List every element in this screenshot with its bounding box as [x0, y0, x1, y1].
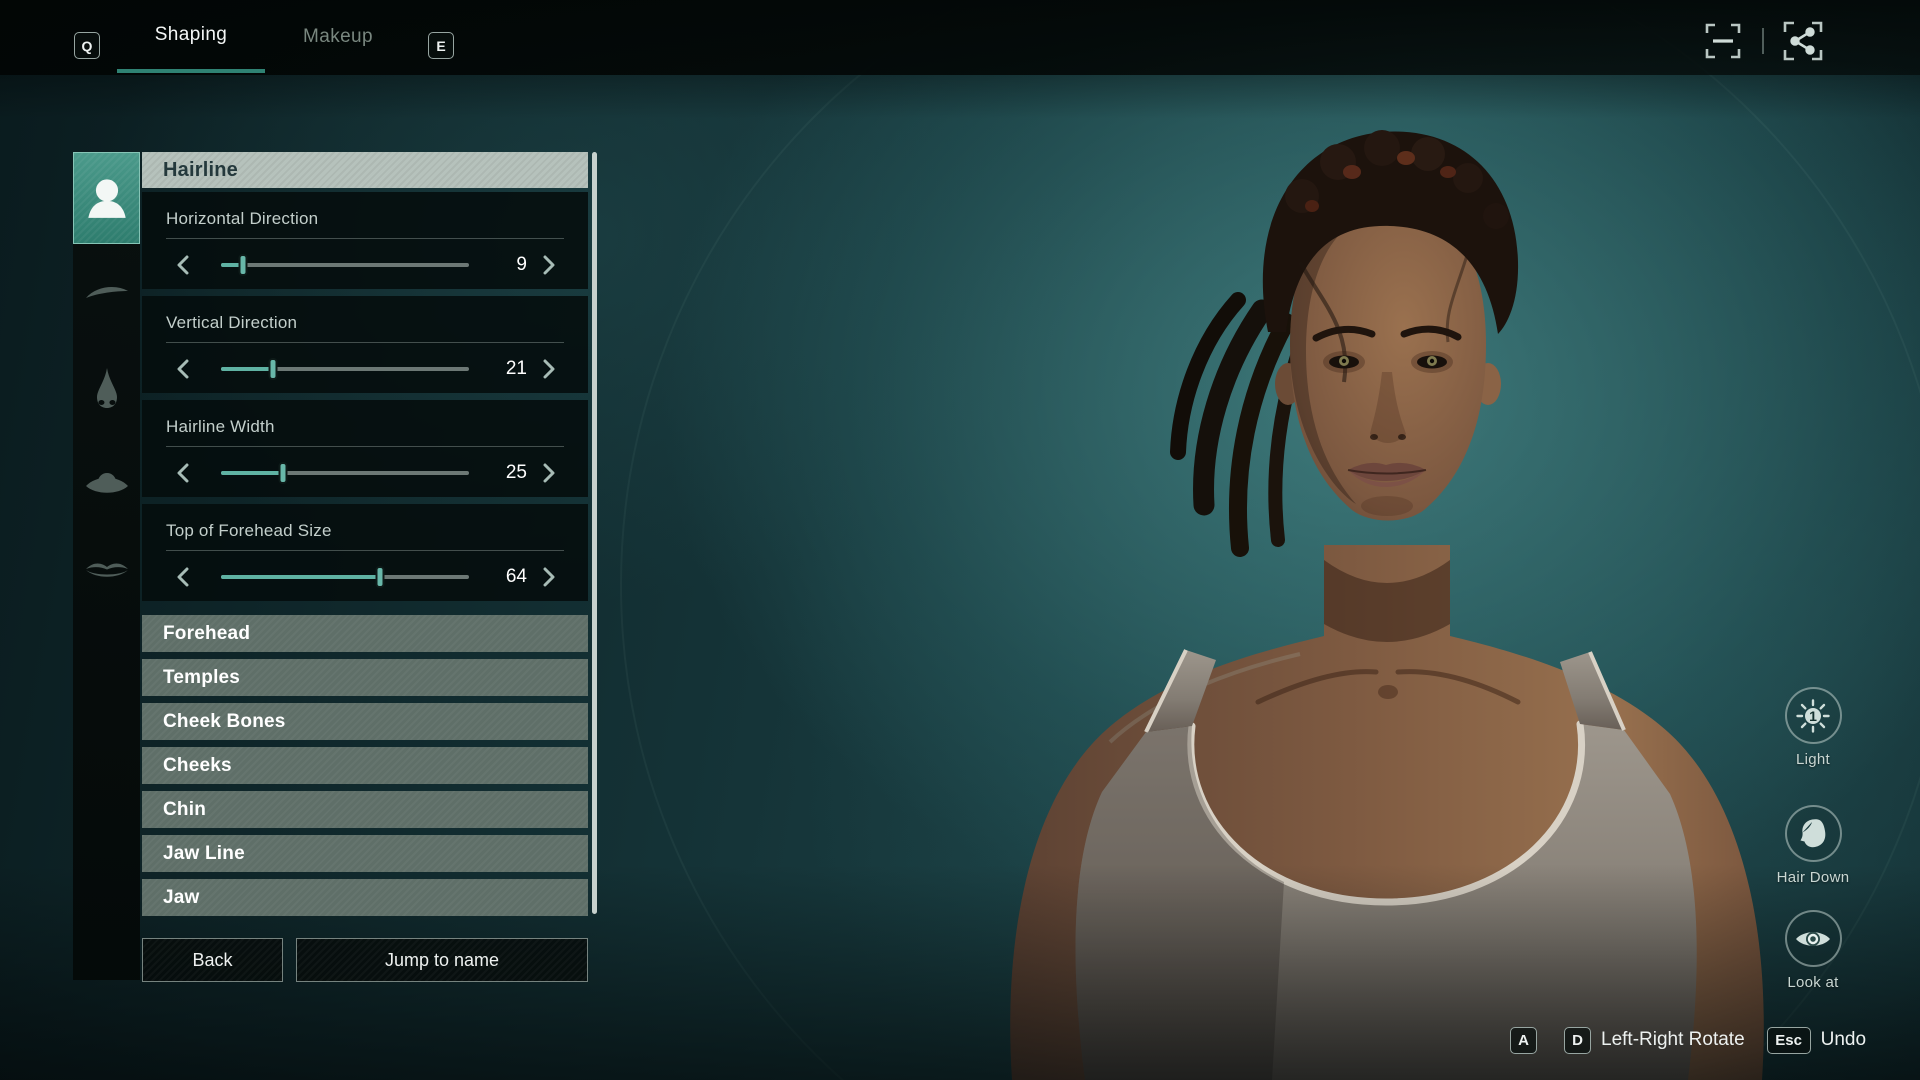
- slider-hairline-width: Hairline Width 25: [142, 400, 588, 497]
- panel-scrollbar[interactable]: [592, 152, 597, 914]
- slider-rule: [166, 238, 564, 239]
- character-creator-screen: Q Shaping Makeup E: [0, 0, 1920, 1080]
- section-row-cheek-bones[interactable]: Cheek Bones: [142, 703, 588, 740]
- slider-value: 21: [483, 358, 527, 380]
- tab-shaping[interactable]: Shaping: [117, 0, 265, 73]
- increase-button[interactable]: [543, 255, 556, 275]
- eyebrow-icon: [84, 283, 130, 301]
- slider-rule: [166, 550, 564, 551]
- key-hints-bar: A D Left-Right Rotate Esc Undo: [1510, 1026, 1866, 1054]
- rotate-hint-label: Left-Right Rotate: [1601, 1029, 1745, 1051]
- slider-value: 25: [483, 462, 527, 484]
- slider-fill: [221, 471, 283, 475]
- slider-fill: [221, 367, 273, 371]
- lips-icon: [84, 558, 130, 582]
- slider-label: Horizontal Direction: [166, 209, 564, 229]
- decrease-button[interactable]: [176, 567, 189, 587]
- decrease-button[interactable]: [176, 255, 189, 275]
- light-button[interactable]: 1 Light: [1753, 687, 1873, 768]
- back-button[interactable]: Back: [142, 938, 283, 982]
- head-icon: [87, 177, 127, 219]
- sidebar-item-nose[interactable]: [73, 360, 140, 416]
- slider-handle[interactable]: [269, 358, 278, 380]
- decrease-button[interactable]: [176, 463, 189, 483]
- hair-down-label: Hair Down: [1777, 869, 1850, 886]
- undo-hint-label: Undo: [1821, 1029, 1866, 1051]
- section-row-jaw-line[interactable]: Jaw Line: [142, 835, 588, 872]
- section-row-jaw[interactable]: Jaw: [142, 879, 588, 916]
- slider-label: Vertical Direction: [166, 313, 564, 333]
- slider-vertical-direction: Vertical Direction 21: [142, 296, 588, 393]
- hide-ui-icon: [1704, 22, 1742, 60]
- key-hint-a: A: [1510, 1027, 1537, 1054]
- sidebar-item-eyebrows[interactable]: [73, 264, 140, 320]
- slider-track[interactable]: [221, 462, 469, 484]
- key-hint-q: Q: [74, 32, 100, 59]
- increase-button[interactable]: [543, 567, 556, 587]
- slider-track[interactable]: [221, 254, 469, 276]
- tab-makeup[interactable]: Makeup: [283, 0, 393, 73]
- slider-rule: [166, 342, 564, 343]
- slider-fill: [221, 575, 380, 579]
- slider-handle[interactable]: [279, 462, 288, 484]
- section-row-forehead[interactable]: Forehead: [142, 615, 588, 652]
- eye-icon: [1795, 927, 1831, 951]
- shaping-panel: Hairline Horizontal Direction 9 V: [142, 152, 588, 982]
- sidebar-item-head[interactable]: [73, 152, 140, 244]
- section-row-temples[interactable]: Temples: [142, 659, 588, 696]
- key-hint-esc: Esc: [1767, 1027, 1811, 1054]
- slider-label: Top of Forehead Size: [166, 521, 564, 541]
- light-icon: 1: [1796, 699, 1830, 733]
- feature-category-sidebar: [73, 152, 140, 980]
- slider-label: Hairline Width: [166, 417, 564, 437]
- slider-value: 9: [483, 254, 527, 276]
- hide-ui-button[interactable]: [1702, 20, 1744, 62]
- decrease-button[interactable]: [176, 359, 189, 379]
- slider-track[interactable]: [221, 358, 469, 380]
- sidebar-item-eyes[interactable]: [73, 455, 140, 511]
- slider-top-of-forehead-size: Top of Forehead Size 64: [142, 504, 588, 601]
- light-badge: 1: [1809, 708, 1817, 724]
- slider-handle[interactable]: [375, 566, 384, 588]
- sidebar-item-lips[interactable]: [73, 542, 140, 598]
- eye-icon: [85, 469, 129, 497]
- topbar-separator: [1762, 28, 1764, 54]
- jump-to-name-button[interactable]: Jump to name: [296, 938, 588, 982]
- share-icon: [1782, 20, 1824, 62]
- top-bar: Q Shaping Makeup E: [0, 0, 1920, 75]
- slider-value: 64: [483, 566, 527, 588]
- slider-handle[interactable]: [239, 254, 248, 276]
- hair-down-button[interactable]: Hair Down: [1753, 805, 1873, 886]
- look-at-label: Look at: [1787, 974, 1838, 991]
- key-hint-d: D: [1564, 1027, 1591, 1054]
- light-label: Light: [1796, 751, 1830, 768]
- head-profile-icon: [1798, 818, 1828, 850]
- increase-button[interactable]: [543, 359, 556, 379]
- slider-track[interactable]: [221, 566, 469, 588]
- section-row-cheeks[interactable]: Cheeks: [142, 747, 588, 784]
- section-row-chin[interactable]: Chin: [142, 791, 588, 828]
- share-button[interactable]: [1782, 20, 1824, 62]
- key-hint-e: E: [428, 32, 454, 59]
- slider-horizontal-direction: Horizontal Direction 9: [142, 192, 588, 289]
- look-at-button[interactable]: Look at: [1753, 910, 1873, 991]
- slider-rule: [166, 446, 564, 447]
- section-header-hairline[interactable]: Hairline: [142, 152, 588, 188]
- increase-button[interactable]: [543, 463, 556, 483]
- nose-icon: [92, 367, 122, 409]
